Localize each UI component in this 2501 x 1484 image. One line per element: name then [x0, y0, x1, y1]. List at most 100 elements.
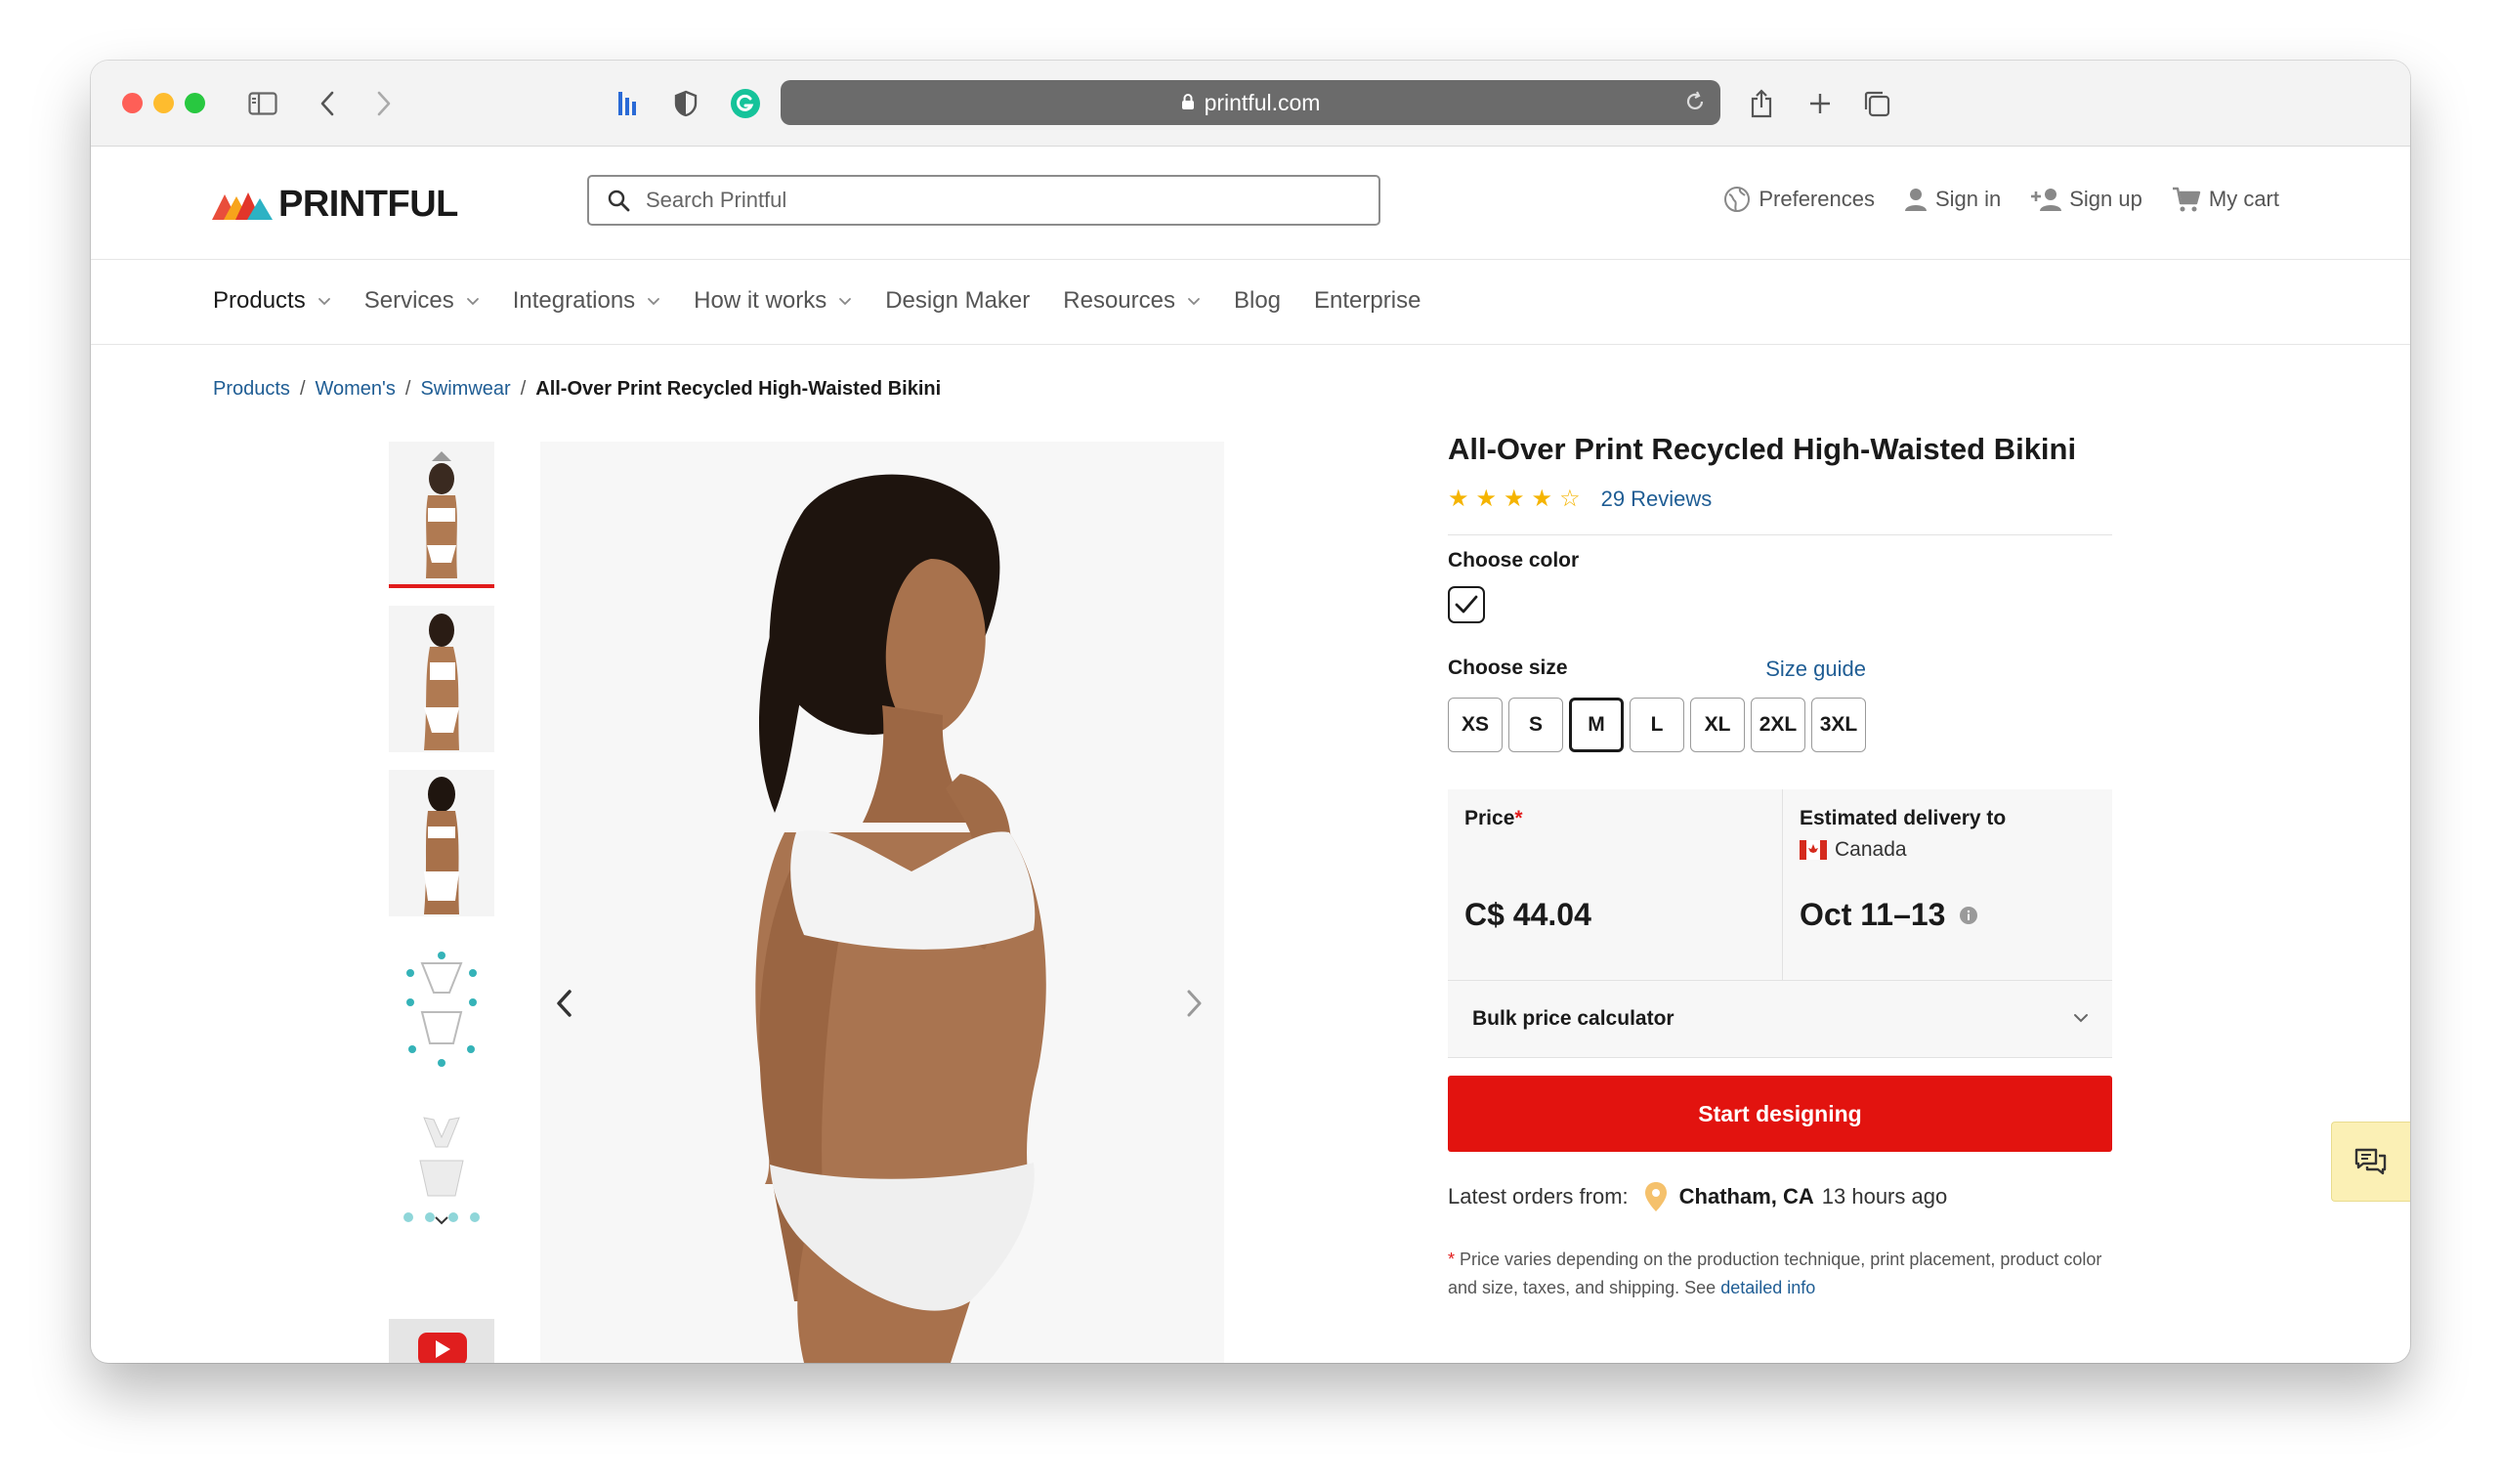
size-options: XS S M L XL 2XL 3XL: [1448, 698, 2112, 752]
cart-link[interactable]: My cart: [2172, 186, 2279, 213]
rating-stars: ★★★★☆: [1448, 486, 1588, 512]
zoom-window-button[interactable]: [185, 93, 205, 113]
add-user-icon: [2031, 189, 2062, 211]
sidebar-icon[interactable]: [241, 82, 284, 125]
breadcrumb-womens[interactable]: Women's: [316, 378, 396, 401]
lock-icon: [1181, 90, 1195, 116]
checkmark-icon: [1455, 595, 1478, 614]
preferences-link[interactable]: Preferences: [1723, 186, 1875, 213]
address-bar[interactable]: printful.com: [781, 80, 1720, 125]
logo-mark-icon: [212, 191, 273, 220]
extension-icon[interactable]: [607, 82, 650, 125]
thumbnail-front[interactable]: [389, 442, 494, 588]
search-icon: [607, 189, 630, 212]
close-window-button[interactable]: [122, 93, 143, 113]
site-header: PRINTFUL Search Printful Preferences Sig…: [91, 147, 2410, 260]
latest-order-city: Chatham, CA: [1678, 1184, 1814, 1208]
new-tab-icon[interactable]: [1799, 82, 1842, 125]
size-option-l[interactable]: L: [1630, 698, 1684, 752]
price-box: Price* C$ 44.04 Estimated delivery to Ca…: [1448, 789, 2112, 980]
reviews-link[interactable]: 29 Reviews: [1601, 487, 1713, 512]
share-icon[interactable]: [1740, 82, 1783, 125]
size-option-3xl[interactable]: 3XL: [1811, 698, 1866, 752]
nav-item-design-maker[interactable]: Design Maker: [885, 287, 1030, 315]
bulk-price-calculator[interactable]: Bulk price calculator: [1448, 980, 2112, 1058]
minimize-window-button[interactable]: [153, 93, 174, 113]
chevron-down-icon: [318, 297, 331, 306]
browser-window: printful.com PRINTFUL Search Printful Pr…: [91, 61, 2410, 1363]
nav-item-integrations[interactable]: Integrations: [513, 287, 660, 315]
size-header: Choose size Size guide: [1448, 657, 1866, 682]
choose-color-label: Choose color: [1448, 549, 1580, 572]
info-icon[interactable]: [1959, 906, 1978, 925]
product-title: All-Over Print Recycled High-Waisted Bik…: [1448, 432, 2077, 466]
nav-item-how-it-works[interactable]: How it works: [694, 287, 852, 315]
thumbnail-side[interactable]: [389, 606, 494, 752]
breadcrumb-current: All-Over Print Recycled High-Waisted Bik…: [535, 378, 942, 400]
nav-item-products[interactable]: Products: [213, 287, 331, 315]
delivery-dates: Oct 11–13: [1800, 897, 1978, 933]
breadcrumb-swimwear[interactable]: Swimwear: [420, 378, 510, 401]
chat-button[interactable]: [2331, 1122, 2410, 1202]
color-swatch-white[interactable]: [1448, 586, 1485, 623]
latest-orders-label: Latest orders from:: [1448, 1184, 1629, 1208]
thumbnail-back[interactable]: [389, 770, 494, 916]
header-links: Preferences Sign in Sign up My cart: [1694, 186, 2279, 213]
canada-flag-icon: [1800, 840, 1827, 860]
product-details: All-Over Print Recycled High-Waisted Bik…: [1448, 432, 2112, 1302]
reload-icon[interactable]: [1683, 90, 1707, 119]
chevron-down-icon: [1187, 297, 1201, 306]
search-input[interactable]: Search Printful: [587, 175, 1380, 226]
cart-icon: [2172, 187, 2201, 212]
nav-item-blog[interactable]: Blog: [1234, 287, 1281, 315]
thumbnail-flat[interactable]: [389, 1098, 494, 1245]
size-guide-link[interactable]: Size guide: [1765, 657, 1866, 682]
breadcrumb-products[interactable]: Products: [213, 378, 290, 401]
size-option-2xl[interactable]: 2XL: [1751, 698, 1805, 752]
previous-image-arrow[interactable]: [544, 984, 583, 1023]
nav-item-services[interactable]: Services: [364, 287, 480, 315]
delivery-label: Estimated delivery to: [1800, 807, 2007, 829]
chevron-down-icon: [2073, 1010, 2089, 1028]
globe-icon: [1724, 187, 1751, 212]
product-main-image: [540, 442, 1224, 1363]
logo-text: PRINTFUL: [278, 184, 458, 225]
nav-item-resources[interactable]: Resources: [1063, 287, 1201, 315]
search-placeholder: Search Printful: [646, 188, 787, 212]
delivery-column: Estimated delivery to Canada Oct 11–13: [1782, 789, 2112, 980]
size-option-xs[interactable]: XS: [1448, 698, 1503, 752]
delivery-country: Canada: [1800, 838, 2096, 862]
size-option-xl[interactable]: XL: [1690, 698, 1745, 752]
price-label: Price*: [1464, 807, 1523, 829]
printful-logo[interactable]: PRINTFUL: [212, 184, 458, 226]
size-option-m[interactable]: M: [1569, 698, 1624, 752]
shield-icon[interactable]: [664, 82, 707, 125]
back-icon[interactable]: [306, 82, 349, 125]
breadcrumb-separator: /: [404, 378, 411, 400]
divider: [1448, 534, 2112, 535]
chevron-down-icon: [647, 297, 660, 306]
start-designing-button[interactable]: Start designing: [1448, 1076, 2112, 1152]
nav-item-enterprise[interactable]: Enterprise: [1314, 287, 1420, 315]
tabs-icon[interactable]: [1855, 82, 1898, 125]
product-model-image: [540, 442, 1224, 1363]
grammarly-icon[interactable]: [724, 82, 767, 125]
location-pin-icon: [1644, 1181, 1668, 1212]
chevron-down-icon: [466, 297, 480, 306]
next-image-arrow[interactable]: [1175, 984, 1214, 1023]
chat-icon: [2354, 1148, 2387, 1175]
sign-in-link[interactable]: Sign in: [1904, 187, 2001, 212]
user-icon: [1904, 189, 1927, 211]
sign-up-link[interactable]: Sign up: [2030, 187, 2142, 212]
choose-size-label: Choose size: [1448, 657, 1568, 679]
thumbnail-video[interactable]: [389, 1319, 494, 1363]
thumbnail-print-areas[interactable]: [389, 934, 494, 1081]
browser-toolbar: printful.com: [91, 61, 2410, 147]
breadcrumb: Products / Women's / Swimwear / All-Over…: [213, 378, 941, 401]
latest-order-time: 13 hours ago: [1821, 1184, 1948, 1208]
size-option-s[interactable]: S: [1508, 698, 1563, 752]
detailed-info-link[interactable]: detailed info: [1720, 1278, 1815, 1297]
breadcrumb-separator: /: [520, 378, 527, 400]
forward-icon[interactable]: [362, 82, 405, 125]
latest-orders: Latest orders from: Chatham, CA 13 hours…: [1448, 1181, 2112, 1212]
